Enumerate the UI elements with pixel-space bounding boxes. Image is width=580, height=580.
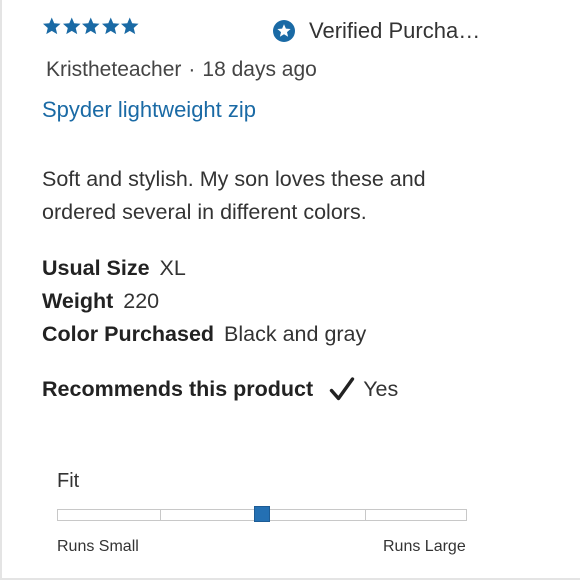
attribute-row-weight: Weight 220 <box>42 285 366 318</box>
review-title: Spyder lightweight zip <box>42 97 257 122</box>
fit-scale-marker <box>254 506 270 522</box>
attribute-label: Usual Size <box>42 256 150 280</box>
recommend-label: Recommends this product <box>42 376 314 401</box>
left-border <box>0 0 2 580</box>
fit-scale-divider <box>364 510 366 520</box>
attribute-row-usual-size: Usual Size XL <box>42 252 366 285</box>
star-icon <box>81 17 100 35</box>
attribute-value: Black and gray <box>224 322 367 346</box>
review-date: 18 days ago <box>202 58 317 81</box>
attribute-value: 220 <box>123 289 160 313</box>
star-icon <box>42 17 61 35</box>
fit-label: Fit <box>57 470 80 492</box>
attribute-value: XL <box>159 256 186 280</box>
star-icon <box>120 17 139 35</box>
verified-purchase-label: Verified Purcha… <box>309 18 481 43</box>
verified-purchase-badge: Verified Purcha… <box>272 18 480 44</box>
recommend-value: Yes <box>363 376 399 401</box>
star-icon <box>101 17 120 35</box>
meta-separator: · <box>188 58 196 81</box>
attribute-label: Color Purchased <box>42 322 215 346</box>
review-body: Soft and stylish. My son loves these and… <box>42 167 426 224</box>
star-rating <box>42 16 140 36</box>
verified-star-icon <box>273 20 295 42</box>
attribute-label: Weight <box>42 289 114 313</box>
author-name: Kristheteacher <box>46 58 182 81</box>
star-icon <box>62 17 81 35</box>
fit-max-label: Runs Large <box>383 538 466 555</box>
attribute-row-color-purchased: Color Purchased Black and gray <box>42 318 366 351</box>
fit-scale-divider <box>159 510 161 520</box>
fit-min-label: Runs Small <box>57 538 139 555</box>
recommendation: Recommends this product Yes <box>42 376 398 402</box>
review-meta: Kristheteacher · 18 days ago <box>46 58 317 82</box>
check-icon <box>329 377 355 401</box>
review-attributes: Usual Size XL Weight 220 Color Purchased Bl… <box>42 252 366 351</box>
